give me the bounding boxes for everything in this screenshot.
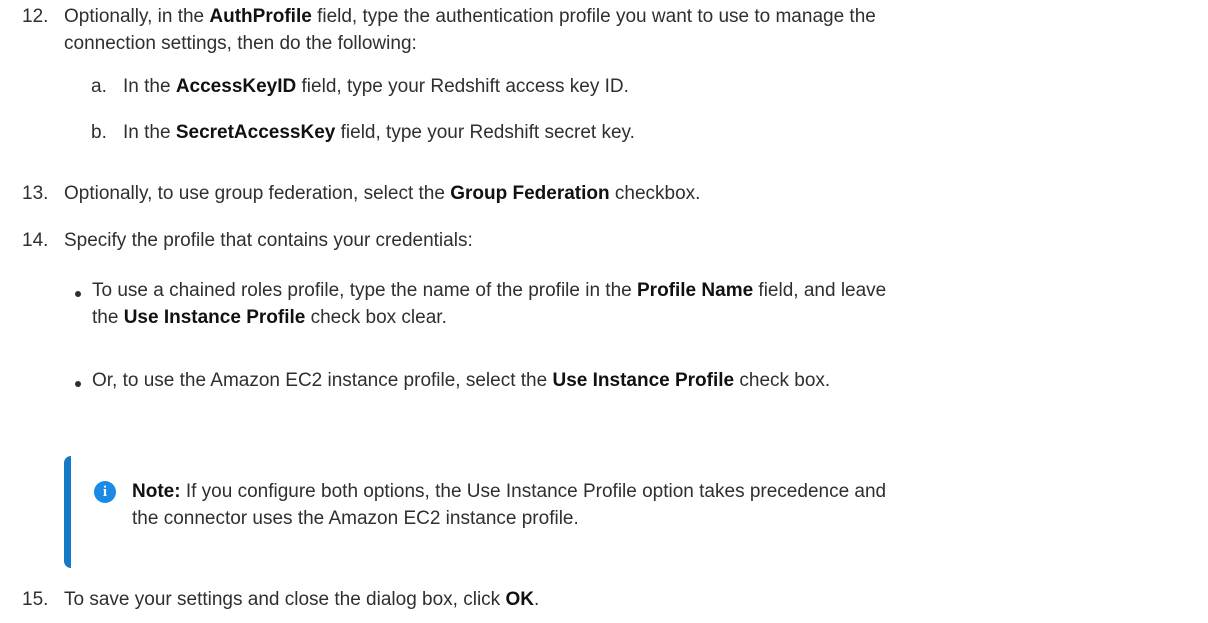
step-number: 15. — [22, 589, 49, 610]
step-text-line: To save your settings and close the dial… — [64, 589, 540, 610]
substep-text: In the SecretAccessKey field, type your … — [123, 122, 635, 143]
step-text-line: Optionally, in the AuthProfile field, ty… — [64, 6, 876, 27]
ui-term: Use Instance Profile — [552, 370, 735, 391]
ui-term: OK — [505, 589, 534, 610]
step-text-line: Specify the profile that contains your c… — [64, 230, 473, 251]
substep-letter: a. — [91, 76, 107, 97]
note-text-line: the connector uses the Amazon EC2 instan… — [132, 508, 579, 529]
step-number: 14. — [22, 230, 49, 251]
step-number: 12. — [22, 6, 49, 27]
note-text-line: Note: If you configure both options, the… — [132, 481, 887, 502]
ui-term: Use Instance Profile — [123, 307, 306, 328]
ui-term: AccessKeyID — [175, 76, 297, 97]
ui-term: SecretAccessKey — [175, 122, 336, 143]
step-number: 13. — [22, 183, 49, 204]
ui-term: Profile Name — [637, 280, 754, 301]
bullet-icon — [75, 381, 81, 387]
bullet-text-line: Or, to use the Amazon EC2 instance profi… — [92, 370, 831, 391]
note-label: Note: — [132, 481, 181, 502]
step-text-line: connection settings, then do the followi… — [64, 33, 417, 54]
bullet-text-line: To use a chained roles profile, type the… — [92, 280, 887, 301]
info-icon: i — [94, 481, 116, 503]
step-text-line: Optionally, to use group federation, sel… — [64, 183, 701, 204]
substep-text: In the AccessKeyID field, type your Reds… — [123, 76, 629, 97]
ui-term: AuthProfile — [209, 6, 312, 27]
note-accent-bar — [64, 456, 71, 568]
substep-letter: b. — [91, 122, 107, 143]
bullet-text-line: the Use Instance Profile check box clear… — [92, 307, 447, 328]
ui-term: Group Federation — [450, 183, 610, 204]
bullet-icon — [75, 291, 81, 297]
